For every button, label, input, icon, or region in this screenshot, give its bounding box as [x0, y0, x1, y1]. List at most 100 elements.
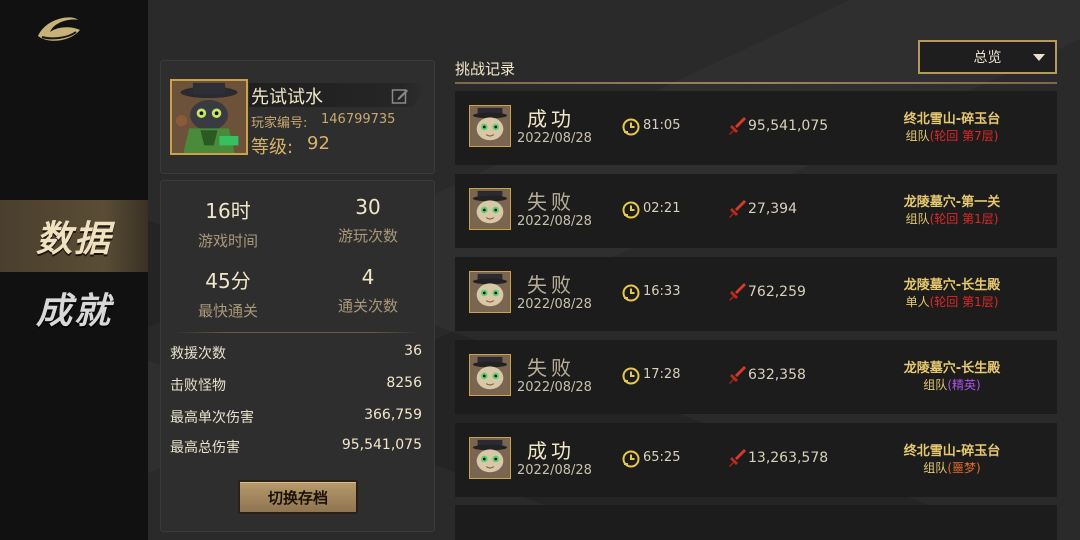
stat-row-label: 救援次数 — [170, 346, 226, 362]
record-mode: 组队(噩梦) — [887, 459, 1017, 476]
record-mode-detail: (轮回 第7层) — [929, 129, 999, 143]
record-damage: 13,263,578 — [748, 450, 829, 466]
sword-damage-icon — [729, 283, 746, 301]
cat-character-icon — [470, 272, 510, 312]
record-date: 2022/08/28 — [517, 463, 592, 478]
record-avatar — [469, 271, 511, 313]
stat-row-monsters: 击败怪物 8256 — [170, 375, 422, 395]
record-row[interactable]: 成功 2022/08/28 65:25 13,263,578 终北雪山-碎玉台 … — [455, 423, 1057, 497]
cat-character-icon — [470, 355, 510, 395]
record-result: 失败 — [527, 190, 575, 214]
stat-row-label: 击败怪物 — [170, 378, 226, 394]
stat-row-value: 36 — [404, 343, 422, 359]
record-mode-detail: (轮回 第1层) — [929, 212, 999, 226]
record-mode-type: 组队 — [923, 378, 948, 392]
stat-value: 4 — [361, 265, 375, 289]
record-stage: 龙陵墓穴-第一关 — [903, 195, 1001, 210]
sword-damage-icon — [729, 449, 746, 467]
record-result: 失败 — [527, 356, 575, 380]
edit-icon[interactable] — [391, 87, 409, 105]
records-filter-dropdown[interactable]: 总览 — [918, 40, 1057, 74]
left-nav: 数据 成就 — [0, 0, 148, 540]
record-result: 成功 — [527, 439, 575, 463]
clock-icon — [622, 284, 640, 302]
record-row[interactable]: 成功 2022/08/28 81:05 95,541,075 终北雪山-碎玉台 … — [455, 91, 1057, 165]
stat-row-label: 最高单次伤害 — [170, 410, 254, 426]
stat-fastest-clear: 45分 最快通关 — [163, 265, 293, 321]
stat-label: 通关次数 — [337, 297, 398, 315]
dropdown-selected-value: 总览 — [973, 50, 1002, 66]
record-row[interactable]: 失败 2022/08/28 02:21 27,394 龙陵墓穴-第一关 组队(轮… — [455, 174, 1057, 248]
record-avatar — [469, 437, 511, 479]
record-duration: 17:28 — [643, 367, 681, 382]
record-avatar — [469, 354, 511, 396]
record-date: 2022/08/28 — [517, 131, 592, 146]
clock-icon — [622, 367, 640, 385]
stat-play-time: 16时 游戏时间 — [163, 195, 293, 251]
record-mode: 单人(轮回 第1层) — [887, 293, 1017, 310]
nav-tab-achievements[interactable]: 成就 — [0, 272, 148, 344]
record-duration: 16:33 — [643, 284, 681, 299]
stat-row-value: 366,759 — [364, 407, 422, 423]
player-avatar[interactable] — [170, 79, 248, 155]
record-damage: 632,358 — [748, 367, 806, 383]
records-title: 挑战记录 — [455, 60, 516, 78]
record-row[interactable]: 失败 2022/08/28 16:33 762,259 龙陵墓穴-长生殿 单人(… — [455, 257, 1057, 331]
chevron-down-icon — [1033, 54, 1045, 61]
record-mode-type: 单人 — [905, 295, 930, 309]
record-stage: 终北雪山-碎玉台 — [903, 444, 1001, 459]
stats-card: 16时 游戏时间 30 游玩次数 45分 最快通关 4 通关次数 救援次数 36… — [160, 180, 435, 532]
record-stage: 龙陵墓穴-长生殿 — [903, 278, 1001, 293]
record-damage: 27,394 — [748, 201, 797, 217]
player-id: 146799735 — [321, 112, 396, 127]
clock-icon — [622, 450, 640, 468]
nav-tab-data[interactable]: 数据 — [0, 200, 148, 272]
level-value: 92 — [307, 133, 330, 154]
game-logo-icon — [38, 17, 80, 41]
record-stage: 龙陵墓穴-长生殿 — [903, 361, 1001, 376]
stat-row-max-total-damage: 最高总伤害 95,541,075 — [170, 437, 422, 457]
record-stage: 终北雪山-碎玉台 — [903, 112, 1001, 127]
record-mode-type: 组队 — [905, 129, 930, 143]
stat-value: 30 — [355, 195, 381, 219]
record-result: 成功 — [527, 107, 575, 131]
stat-label: 最快通关 — [197, 302, 258, 320]
stat-row-value: 8256 — [386, 375, 422, 391]
sword-damage-icon — [729, 117, 746, 135]
sword-damage-icon — [729, 366, 746, 384]
records-divider — [455, 82, 1057, 84]
record-date: 2022/08/28 — [517, 214, 592, 229]
record-duration: 81:05 — [643, 118, 681, 133]
record-avatar — [469, 105, 511, 147]
level-label: 等级: — [251, 137, 294, 158]
record-duration: 65:25 — [643, 450, 681, 465]
record-row[interactable]: 失败 2022/08/28 17:28 632,358 龙陵墓穴-长生殿 组队(… — [455, 340, 1057, 414]
stat-row-max-single-damage: 最高单次伤害 366,759 — [170, 407, 422, 427]
stat-label: 游玩次数 — [337, 227, 398, 245]
record-result: 失败 — [527, 273, 575, 297]
record-avatar — [469, 188, 511, 230]
record-mode-detail: (噩梦) — [947, 461, 981, 475]
record-row-partial[interactable] — [455, 505, 1057, 540]
player-id-label: 玩家编号: — [251, 116, 308, 131]
cat-character-icon — [172, 81, 246, 153]
record-duration: 02:21 — [643, 201, 681, 216]
record-mode: 组队(轮回 第1层) — [887, 210, 1017, 227]
divider — [175, 332, 421, 333]
stat-row-rescues: 救援次数 36 — [170, 343, 422, 363]
record-mode: 组队(精英) — [887, 376, 1017, 393]
stat-row-value: 95,541,075 — [341, 437, 422, 453]
sword-damage-icon — [729, 200, 746, 218]
record-mode-type: 组队 — [905, 212, 930, 226]
stat-play-count: 30 游玩次数 — [303, 195, 433, 246]
cat-character-icon — [470, 189, 510, 229]
clock-icon — [622, 118, 640, 136]
record-mode-detail: (精英) — [947, 378, 981, 392]
switch-save-button[interactable]: 切换存档 — [238, 480, 358, 514]
player-name: 先试试水 — [251, 87, 323, 108]
record-date: 2022/08/28 — [517, 380, 592, 395]
cat-character-icon — [470, 106, 510, 146]
clock-icon — [622, 201, 640, 219]
stat-label: 游戏时间 — [197, 232, 258, 250]
record-mode: 组队(轮回 第7层) — [887, 127, 1017, 144]
